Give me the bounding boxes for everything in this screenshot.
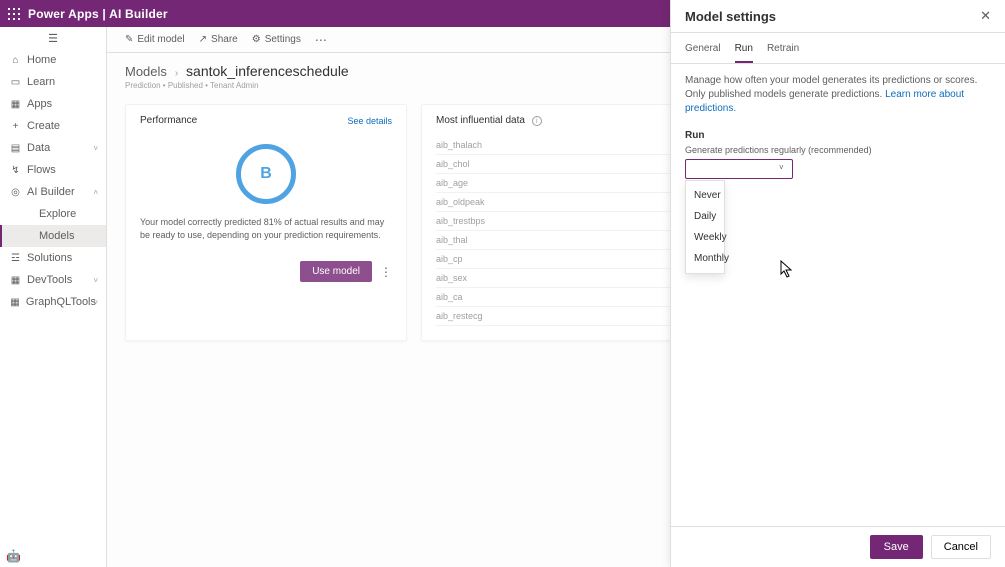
app-title: Power Apps | AI Builder	[28, 7, 168, 21]
nav-item-data[interactable]: ▤ Data ˅	[0, 137, 106, 159]
nav-item-home[interactable]: ⌂ Home	[0, 49, 106, 71]
share-button[interactable]: ↗Share	[199, 34, 238, 45]
nav-icon: ▦	[10, 275, 21, 286]
nav-label: Home	[27, 54, 56, 66]
nav-label: DevTools	[27, 274, 72, 286]
nav-item-create[interactable]: + Create	[0, 115, 106, 137]
breadcrumb-root[interactable]: Models	[125, 64, 167, 79]
nav-label: GraphQLTools	[26, 296, 96, 308]
tab-retrain[interactable]: Retrain	[767, 43, 799, 63]
nav-item-explore[interactable]: Explore	[0, 203, 106, 225]
grade-badge: B	[236, 144, 296, 204]
cancel-button[interactable]: Cancel	[931, 535, 991, 559]
nav-icon: ⌂	[10, 55, 21, 66]
nav-item-apps[interactable]: ▦ Apps	[0, 93, 106, 115]
waffle-icon[interactable]	[0, 8, 28, 20]
panel-description: Manage how often your model generates it…	[685, 74, 991, 116]
hamburger-icon[interactable]: ☰	[0, 27, 106, 49]
tab-general[interactable]: General	[685, 43, 721, 63]
nav-label: Flows	[27, 164, 56, 176]
option-daily[interactable]: Daily	[686, 206, 724, 227]
nav-icon: +	[10, 121, 21, 132]
more-commands-button[interactable]: ⋯	[315, 33, 327, 47]
see-details-link[interactable]: See details	[347, 116, 392, 126]
chatbot-icon[interactable]: 🤖	[6, 549, 21, 563]
info-icon[interactable]: i	[532, 116, 542, 126]
nav-item-learn[interactable]: ▭ Learn	[0, 71, 106, 93]
side-nav: ☰ ⌂ Home ▭ Learn ▦ Apps + Create ▤ Data ˅ ↯ Flows ◎ AI…	[0, 27, 107, 567]
nav-label: Apps	[27, 98, 52, 110]
use-model-button[interactable]: Use model	[300, 261, 372, 282]
option-never[interactable]: Never	[686, 185, 724, 206]
performance-description: Your model correctly predicted 81% of ac…	[140, 216, 392, 241]
nav-item-flows[interactable]: ↯ Flows	[0, 159, 106, 181]
share-icon: ↗	[199, 34, 207, 45]
chevron-icon: ˅	[93, 144, 98, 153]
chevron-icon: ˄	[93, 188, 98, 197]
pencil-icon: ✎	[125, 34, 133, 45]
nav-icon: ▦	[10, 297, 20, 308]
model-settings-panel: Model settings ✕ General Run Retrain Manag…	[670, 0, 1005, 567]
gear-icon: ⚙	[252, 34, 261, 45]
chevron-icon: ˅	[93, 298, 98, 307]
option-monthly[interactable]: Monthly	[686, 248, 724, 269]
nav-label: Learn	[27, 76, 55, 88]
save-button[interactable]: Save	[870, 535, 923, 559]
nav-icon: ▤	[10, 143, 21, 154]
nav-item-models[interactable]: Models	[0, 225, 106, 247]
nav-item-graphqltools[interactable]: ▦ GraphQLTools˅	[0, 291, 106, 313]
nav-label: Models	[39, 230, 74, 242]
frequency-field-label: Generate predictions regularly (recommen…	[685, 145, 991, 155]
nav-label: Solutions	[27, 252, 72, 264]
run-section-label: Run	[685, 130, 991, 141]
performance-title: Performance	[140, 115, 197, 126]
nav-icon: ▭	[10, 77, 21, 88]
nav-icon: ↯	[10, 165, 21, 176]
nav-item-devtools[interactable]: ▦ DevTools ˅	[0, 269, 106, 291]
nav-label: AI Builder	[27, 186, 75, 198]
nav-item-solutions[interactable]: ☲ Solutions	[0, 247, 106, 269]
panel-tabs: General Run Retrain	[671, 33, 1005, 64]
nav-icon: ▦	[10, 99, 21, 110]
nav-label: Explore	[39, 208, 76, 220]
settings-button[interactable]: ⚙Settings	[252, 34, 301, 45]
more-actions-button[interactable]: ⋮	[380, 265, 392, 279]
frequency-dropdown-menu: NeverDailyWeeklyMonthly	[685, 180, 725, 274]
close-icon[interactable]: ✕	[980, 8, 991, 24]
nav-item-ai-builder[interactable]: ◎ AI Builder ˄	[0, 181, 106, 203]
influential-title: Most influential data	[436, 115, 525, 126]
chevron-icon: ˅	[93, 276, 98, 285]
nav-icon: ☲	[10, 253, 21, 264]
breadcrumb-current: santok_inferenceschedule	[186, 63, 349, 79]
frequency-dropdown[interactable]: ˅ NeverDailyWeeklyMonthly	[685, 159, 991, 179]
nav-icon: ◎	[10, 187, 21, 198]
edit-model-button[interactable]: ✎Edit model	[125, 34, 185, 45]
nav-label: Create	[27, 120, 60, 132]
option-weekly[interactable]: Weekly	[686, 227, 724, 248]
panel-title: Model settings	[685, 9, 776, 24]
tab-run[interactable]: Run	[735, 43, 753, 63]
performance-card: Performance See details B Your model cor…	[125, 104, 407, 341]
nav-label: Data	[27, 142, 50, 154]
